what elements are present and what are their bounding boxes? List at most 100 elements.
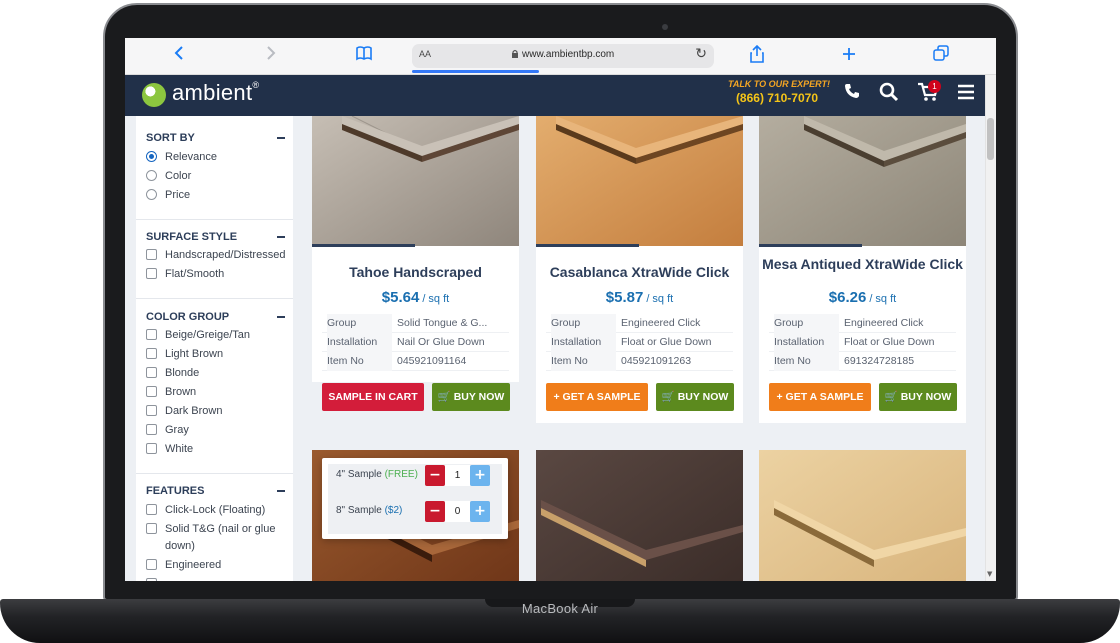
sample-popover: 4" Sample (FREE) − 1 + 8" Sample ($2) − … <box>322 458 508 539</box>
collapse-color-icon[interactable] <box>277 316 285 318</box>
product-card[interactable] <box>759 450 966 581</box>
checkbox-icon[interactable] <box>146 348 157 359</box>
sort-option-price[interactable]: Price <box>146 187 190 204</box>
checkbox-icon[interactable] <box>146 386 157 397</box>
filter-flat-smooth[interactable]: Flat/Smooth <box>146 266 224 283</box>
product-image-2[interactable] <box>536 116 743 246</box>
quantity-8in[interactable]: 0 <box>445 501 470 522</box>
buy-now-button[interactable]: 🛒 BUY NOW <box>879 383 957 411</box>
price-row: $5.64/ sq ft <box>312 289 519 307</box>
product-title[interactable]: Tahoe Handscraped <box>312 265 519 279</box>
spec-key: Installation <box>774 333 839 352</box>
product-card[interactable]: Mesa Antiqued XtraWide Click $6.26/ sq f… <box>759 116 966 423</box>
buy-now-button[interactable]: 🛒 BUY NOW <box>656 383 734 411</box>
product-image-6[interactable] <box>759 450 966 581</box>
share-icon[interactable] <box>745 44 769 67</box>
product-title[interactable]: Mesa Antiqued XtraWide Click <box>759 257 966 271</box>
checkbox-icon[interactable] <box>146 249 157 260</box>
address-bar[interactable]: AA www.ambientbp.com ↻ <box>412 44 714 68</box>
collapse-surface-icon[interactable] <box>277 236 285 238</box>
radio-icon[interactable] <box>146 189 157 200</box>
brand-logo[interactable]: ambient® <box>172 80 259 106</box>
brand-name: ambient <box>172 80 253 105</box>
spec-row: Group Engineered Click <box>769 314 956 333</box>
checkbox-icon[interactable] <box>146 367 157 378</box>
product-image-3[interactable] <box>759 116 966 246</box>
filter-beige[interactable]: Beige/Greige/Tan <box>146 327 250 344</box>
filter-white[interactable]: White <box>146 441 193 458</box>
checkbox-icon[interactable] <box>146 268 157 279</box>
buy-now-button[interactable]: 🛒 BUY NOW <box>432 383 510 411</box>
filter-handscraped[interactable]: Handscraped/Distressed <box>146 247 285 264</box>
image-accent-bar <box>536 244 639 247</box>
sample-price-free: (FREE) <box>384 469 418 480</box>
radio-icon[interactable] <box>146 170 157 181</box>
filter-blonde[interactable]: Blonde <box>146 365 199 382</box>
product-card[interactable] <box>536 450 743 581</box>
checkbox-icon[interactable] <box>146 504 157 515</box>
filter-solid-tg-continued[interactable]: down) <box>165 538 195 555</box>
expert-phone-link[interactable]: (866) 710-7070 <box>710 91 818 105</box>
buy-now-label: BUY NOW <box>453 391 505 403</box>
filter-engineered[interactable]: Engineered <box>146 557 221 574</box>
get-sample-button[interactable]: + GET A SAMPLE <box>546 383 648 411</box>
increase-4in-button[interactable]: + <box>470 465 490 486</box>
checkbox-icon[interactable] <box>146 405 157 416</box>
sort-option-color[interactable]: Color <box>146 168 191 185</box>
filter-more[interactable] <box>146 576 165 581</box>
filter-dark-brown[interactable]: Dark Brown <box>146 403 222 420</box>
scrollbar-thumb[interactable] <box>987 118 994 160</box>
filter-gray[interactable]: Gray <box>146 422 189 439</box>
sample-in-cart-button[interactable]: SAMPLE IN CART <box>322 383 424 411</box>
spec-value: Nail Or Glue Down <box>397 336 485 348</box>
spec-row: Installation Float or Glue Down <box>769 333 956 352</box>
option-label: Handscraped/Distressed <box>165 249 286 261</box>
checkbox-icon[interactable] <box>146 329 157 340</box>
collapse-sort-icon[interactable] <box>277 137 285 139</box>
product-card[interactable]: Casablanca XtraWide Click $5.87/ sq ft G… <box>536 116 743 423</box>
spec-value: 045921091164 <box>397 355 467 367</box>
chevron-left-icon[interactable] <box>167 45 191 67</box>
filter-light-brown[interactable]: Light Brown <box>146 346 223 363</box>
get-sample-button[interactable]: + GET A SAMPLE <box>769 383 871 411</box>
spec-value: 691324728185 <box>844 355 915 367</box>
spec-row: Installation Nail Or Glue Down <box>322 333 509 352</box>
filter-click-lock[interactable]: Click-Lock (Floating) <box>146 502 265 519</box>
product-image-5[interactable] <box>536 450 743 581</box>
scroll-down-icon[interactable]: ▼ <box>987 570 992 578</box>
ambient-logo-icon[interactable] <box>142 83 166 107</box>
tabs-icon[interactable] <box>929 45 953 67</box>
radio-selected-icon[interactable] <box>146 151 157 162</box>
text-size-button[interactable]: AA <box>419 49 431 59</box>
reload-icon[interactable]: ↻ <box>695 46 707 62</box>
product-card[interactable]: Tahoe Handscraped $5.64/ sq ft Group Soli… <box>312 116 519 382</box>
option-label: Gray <box>165 424 189 436</box>
price-unit: / sq ft <box>646 293 674 305</box>
checkbox-icon[interactable] <box>146 443 157 454</box>
chevron-right-icon[interactable] <box>259 45 283 67</box>
increase-8in-button[interactable]: + <box>470 501 490 522</box>
product-title[interactable]: Casablanca XtraWide Click <box>536 265 743 279</box>
filter-brown[interactable]: Brown <box>146 384 196 401</box>
menu-icon[interactable] <box>953 82 979 108</box>
search-icon[interactable] <box>876 82 902 108</box>
filter-solid-tg[interactable]: Solid T&G (nail or glue <box>146 521 275 538</box>
sort-by-title: SORT BY <box>146 132 195 144</box>
quantity-4in[interactable]: 1 <box>445 465 470 486</box>
decrease-8in-button[interactable]: − <box>425 501 445 522</box>
checkbox-icon[interactable] <box>146 523 157 534</box>
product-image-1[interactable] <box>312 116 519 246</box>
spec-value: Engineered Click <box>621 317 701 329</box>
option-label: Engineered <box>165 559 222 571</box>
sort-option-relevance[interactable]: Relevance <box>146 149 217 166</box>
checkbox-icon[interactable] <box>146 424 157 435</box>
book-icon[interactable] <box>352 45 376 67</box>
spec-row: Item No 045921091263 <box>546 352 733 371</box>
collapse-features-icon[interactable] <box>277 490 285 492</box>
plus-icon[interactable] <box>837 45 861 67</box>
checkbox-icon[interactable] <box>146 559 157 570</box>
phone-icon[interactable] <box>839 82 865 108</box>
decrease-4in-button[interactable]: − <box>425 465 445 486</box>
checkbox-icon[interactable] <box>146 578 157 581</box>
buy-now-label: BUY NOW <box>900 391 952 403</box>
